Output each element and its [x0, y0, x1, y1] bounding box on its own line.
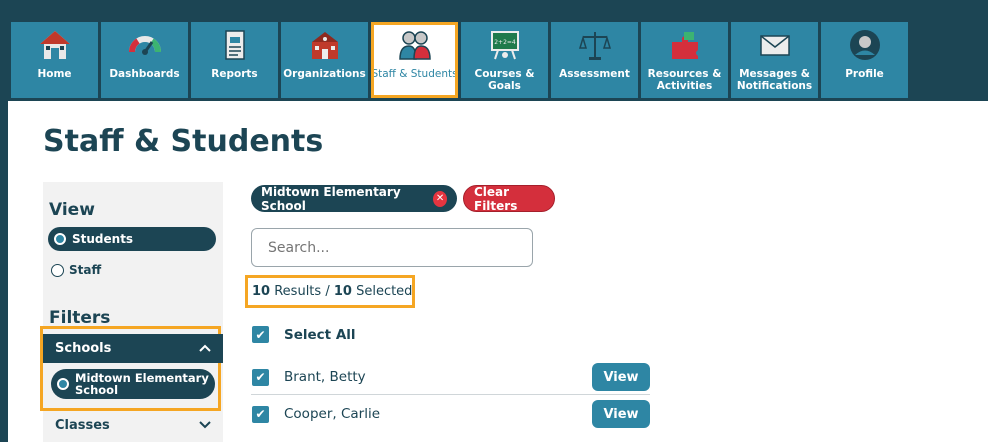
view-students-radio[interactable]: Students — [48, 227, 216, 251]
nav-label: Courses & Goals — [474, 68, 535, 92]
chip-label: Midtown Elementary School — [261, 184, 401, 213]
user-icon — [848, 28, 882, 62]
nav-label: Organizations — [283, 68, 366, 80]
school-option-label: Midtown Elementary School — [75, 371, 209, 397]
results-summary: 10 Results / 10 Selected — [252, 284, 413, 299]
left-frame — [0, 0, 8, 442]
school-filter-option[interactable]: Midtown Elementary School — [51, 369, 215, 399]
nav-label: Home — [37, 68, 72, 80]
results-count: 10 — [252, 284, 271, 299]
nav-organizations[interactable]: Organizations — [281, 22, 368, 98]
active-filter-chip[interactable]: Midtown Elementary School ✕ — [251, 184, 457, 213]
school-building-icon — [308, 28, 342, 62]
gauge-icon — [128, 28, 162, 62]
top-frame — [0, 0, 988, 11]
nav-label: Assessment — [559, 68, 630, 80]
checkbox-checked-icon[interactable]: ✔ — [252, 405, 269, 423]
main-nav: Home Dashboards Reports Organizations St… — [8, 11, 988, 101]
nav-reports[interactable]: Reports — [191, 22, 278, 98]
list-item: ✔ Brant, Betty View — [252, 362, 650, 392]
classes-label: Classes — [55, 418, 110, 433]
report-icon — [218, 28, 252, 62]
nav-staff-students[interactable]: Staff & Students — [371, 22, 458, 98]
page-title: Staff & Students — [43, 124, 324, 159]
results-word: Results — [274, 284, 322, 299]
remove-filter-icon[interactable]: ✕ — [433, 190, 447, 207]
home-icon — [38, 28, 72, 62]
filter-sidebar: View Students Staff Filters Schools Midt… — [40, 182, 223, 442]
nav-messages-notifications[interactable]: Messages & Notifications — [731, 22, 818, 98]
puzzle-icon — [668, 28, 702, 62]
selected-count: 10 — [333, 284, 352, 299]
chevron-down-icon — [199, 418, 211, 433]
nav-label: Reports — [211, 68, 258, 80]
schools-accordion-header[interactable]: Schools — [43, 334, 223, 363]
schools-label: Schools — [55, 341, 112, 356]
chalkboard-icon: 2+2=4 — [488, 28, 522, 62]
filters-heading: Filters — [49, 308, 111, 328]
radio-selected-icon — [57, 378, 69, 390]
view-button[interactable]: View — [592, 363, 650, 391]
clear-filters-button[interactable]: Clear Filters — [463, 184, 555, 213]
nav-assessment[interactable]: Assessment — [551, 22, 638, 98]
nav-label: Resources & Activities — [647, 68, 722, 92]
search-input[interactable] — [251, 228, 533, 267]
nav-resources-activities[interactable]: Resources & Activities — [641, 22, 728, 98]
nav-label: Dashboards — [109, 68, 180, 80]
people-icon — [398, 28, 432, 62]
nav-home[interactable]: Home — [11, 22, 98, 98]
clear-filters-label: Clear Filters — [474, 184, 518, 213]
view-option-label: Students — [72, 232, 134, 246]
view-heading: View — [49, 200, 95, 220]
student-name: Brant, Betty — [284, 369, 366, 385]
radio-unselected-icon — [51, 263, 64, 277]
scale-icon — [578, 28, 612, 62]
view-staff-radio[interactable]: Staff — [51, 263, 101, 277]
select-all-row[interactable]: ✔ Select All — [252, 326, 650, 343]
radio-selected-icon — [54, 233, 66, 245]
chevron-up-icon — [199, 341, 211, 356]
nav-dashboards[interactable]: Dashboards — [101, 22, 188, 98]
selected-word: Selected — [356, 284, 413, 299]
nav-label: Staff & Students — [371, 68, 458, 80]
svg-text:2+2=4: 2+2=4 — [494, 39, 516, 46]
nav-label: Messages & Notifications — [736, 68, 813, 92]
view-option-label: Staff — [69, 263, 102, 277]
envelope-icon — [758, 28, 792, 62]
nav-label: Profile — [845, 68, 884, 80]
checkbox-checked-icon[interactable]: ✔ — [252, 326, 269, 343]
nav-profile[interactable]: Profile — [821, 22, 908, 98]
view-button[interactable]: View — [592, 400, 650, 428]
row-divider — [251, 394, 650, 395]
checkbox-checked-icon[interactable]: ✔ — [252, 368, 269, 386]
student-name: Cooper, Carlie — [284, 406, 381, 422]
select-all-label: Select All — [284, 326, 356, 343]
nav-courses-goals[interactable]: 2+2=4 Courses & Goals — [461, 22, 548, 98]
list-item: ✔ Cooper, Carlie View — [252, 399, 650, 429]
classes-accordion-header[interactable]: Classes — [55, 418, 211, 433]
